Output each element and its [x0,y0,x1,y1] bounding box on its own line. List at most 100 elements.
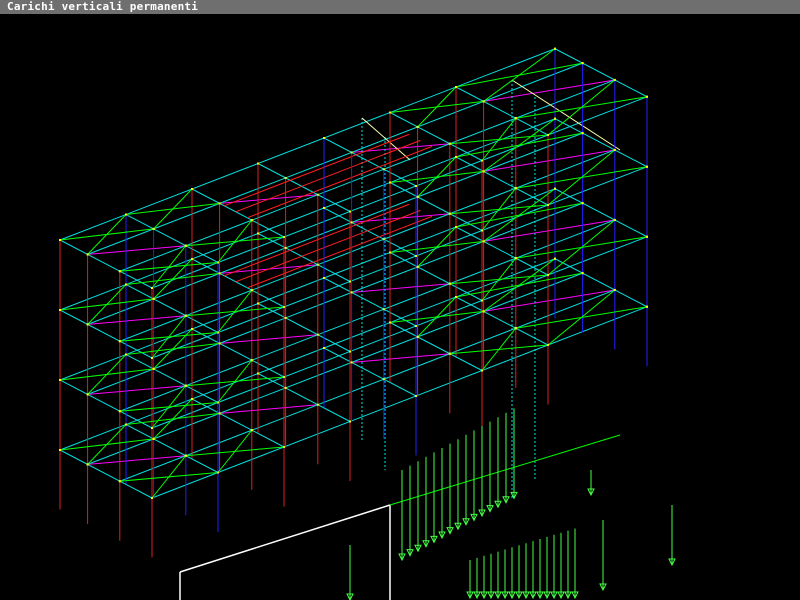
node-point-icon [218,272,221,275]
nodes-layer [59,47,648,499]
node-point-icon [416,125,419,128]
beam-transverse [554,48,648,98]
beam-longitudinal [59,258,556,451]
node-point-icon [350,361,353,364]
loaded-beam [235,209,421,283]
node-point-icon [455,86,457,88]
node-point-icon [86,393,89,396]
node-point-icon [59,309,61,311]
node-point-icon [284,386,287,389]
node-point-icon [455,296,457,298]
node-point-icon [217,471,219,474]
bracing-layer [59,48,648,499]
node-point-icon [613,148,616,151]
node-point-icon [218,342,221,345]
node-point-icon [389,321,391,324]
node-point-icon [389,251,391,254]
node-point-icon [482,310,485,313]
node-point-icon [323,347,325,349]
node-point-icon [257,372,259,375]
node-point-icon [250,289,253,292]
bracing-diagonal [547,79,616,136]
bracing-diagonal [417,86,457,128]
node-point-icon [554,257,556,260]
node-point-icon [554,47,556,50]
slab-edge [351,353,450,363]
bracing-diagonal [547,219,616,276]
foundation-beam [179,504,391,573]
node-point-icon [349,210,351,213]
slab-edge [219,334,318,344]
node-point-icon [382,238,385,241]
node-point-icon [547,134,549,136]
node-point-icon [284,246,287,249]
node-point-icon [581,202,584,205]
node-point-icon [646,305,648,308]
structure-viewport[interactable] [0,14,800,600]
node-point-icon [389,111,391,114]
structural-model-3d-view[interactable] [0,14,800,600]
node-point-icon [191,398,193,400]
node-point-icon [283,446,285,448]
node-point-icon [151,497,153,499]
node-point-icon [350,151,353,154]
node-point-icon [581,62,584,65]
node-point-icon [86,323,89,326]
node-point-icon [646,235,648,238]
node-point-icon [152,227,155,230]
node-point-icon [284,316,287,319]
node-point-icon [416,335,419,338]
node-point-icon [118,410,121,413]
node-point-icon [284,176,287,179]
node-point-icon [481,299,483,302]
node-point-icon [191,258,193,260]
node-point-icon [184,384,187,387]
node-point-icon [455,226,457,228]
node-point-icon [323,277,325,279]
beam-longitudinal [151,166,648,359]
node-point-icon [125,423,127,426]
node-point-icon [250,429,253,432]
beam-transverse [554,118,648,168]
window-title: Carichi verticali permanenti [7,0,199,13]
node-point-icon [217,401,219,404]
node-point-icon [152,297,155,300]
node-point-icon [250,359,253,362]
node-point-icon [257,162,259,165]
node-point-icon [415,325,417,327]
node-point-icon [448,282,451,285]
node-point-icon [382,378,385,381]
node-point-icon [448,142,451,145]
node-point-icon [613,288,616,291]
node-point-icon [382,308,385,311]
node-point-icon [151,357,153,359]
node-point-icon [482,170,485,173]
node-point-icon [613,218,616,221]
window-titlebar[interactable]: Carichi verticali permanenti [0,0,800,14]
node-point-icon [283,376,285,378]
bracing-diagonal [87,214,127,255]
node-point-icon [481,369,483,372]
node-point-icon [448,352,451,355]
node-point-icon [184,314,187,317]
beams-layer [59,48,648,500]
vertical-loads-layer [346,408,676,600]
node-point-icon [316,403,319,406]
node-point-icon [416,265,419,268]
node-point-icon [125,213,127,216]
node-point-icon [389,181,391,184]
node-point-icon [250,219,253,222]
node-point-icon [323,207,325,209]
node-point-icon [184,454,187,457]
node-point-icon [152,437,155,440]
beam-longitudinal [119,79,615,272]
node-point-icon [547,274,549,276]
node-point-icon [547,204,549,206]
node-point-icon [59,379,61,381]
node-point-icon [218,202,221,205]
node-point-icon [448,212,451,215]
node-point-icon [514,187,517,190]
node-point-icon [118,480,121,483]
node-point-icon [125,353,127,356]
node-point-icon [613,78,616,81]
